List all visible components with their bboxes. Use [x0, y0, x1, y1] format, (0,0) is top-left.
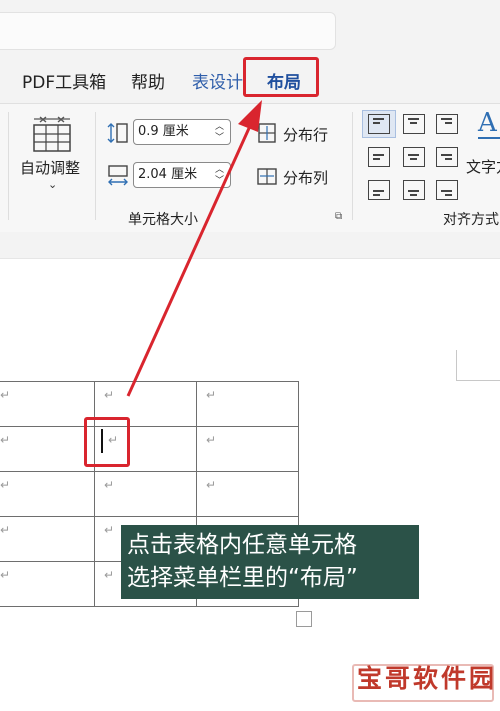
tab-table-design[interactable]: 表设计: [192, 70, 243, 96]
chevron-down-icon[interactable]: ⌄: [48, 178, 57, 191]
ribbon-divider: [95, 112, 96, 220]
align-bottom-center-icon[interactable]: [403, 180, 425, 200]
spin-down-icon[interactable]: ﹀: [215, 176, 224, 186]
spin-up-icon[interactable]: ︿: [215, 165, 224, 175]
table-cell[interactable]: ↵: [0, 561, 95, 607]
table-row: ↵ ↵ ↵: [0, 426, 299, 472]
table-cell[interactable]: ↵: [196, 381, 299, 427]
paragraph-mark: ↵: [206, 433, 217, 447]
margin-corner-mark: [456, 350, 500, 381]
paragraph-mark: ↵: [0, 388, 11, 402]
caption-line-1: 点击表格内任意单元格: [127, 532, 357, 558]
paragraph-mark: ↵: [206, 478, 217, 492]
text-direction-underline: [478, 137, 500, 139]
distribute-cols-icon[interactable]: [256, 165, 278, 187]
cell-highlight: [84, 417, 130, 467]
table-resize-handle[interactable]: [296, 611, 312, 627]
paragraph-mark: ↵: [0, 478, 11, 492]
distribute-cols-label[interactable]: 分布列: [283, 167, 328, 188]
row-height-icon: [106, 121, 130, 145]
table-row: ↵ ↵ ↵: [0, 471, 299, 517]
paragraph-mark: ↵: [104, 388, 115, 402]
align-bottom-right-icon[interactable]: [436, 180, 458, 200]
search-box[interactable]: [0, 12, 336, 50]
align-middle-left-icon[interactable]: [368, 147, 390, 167]
table-row: ↵ ↵ ↵: [0, 381, 299, 427]
table-cell[interactable]: ↵: [196, 471, 299, 517]
row-height-value: 0.9 厘米: [138, 124, 189, 139]
paragraph-mark: ↵: [0, 433, 11, 447]
tab-pdf-toolbox[interactable]: PDF工具箱: [22, 70, 106, 96]
column-width-value: 2.04 厘米: [138, 167, 198, 182]
column-width-input[interactable]: 2.04 厘米 ︿ ﹀: [133, 162, 231, 188]
paragraph-mark: ↵: [104, 478, 115, 492]
spin-up-icon[interactable]: ︿: [215, 122, 224, 132]
tab-help[interactable]: 帮助: [131, 70, 165, 96]
paragraph-mark: ↵: [0, 523, 11, 537]
dialog-launcher-icon[interactable]: ⧉: [335, 211, 342, 222]
distribute-rows-label[interactable]: 分布行: [283, 124, 328, 145]
tab-layout-highlight: [243, 57, 319, 97]
alignment-group-label: 对齐方式: [443, 212, 499, 228]
align-top-right-icon[interactable]: [436, 114, 458, 134]
align-middle-right-icon[interactable]: [436, 147, 458, 167]
table-cell[interactable]: ↵: [94, 471, 197, 517]
caption-line-2: 选择菜单栏里的“布局”: [127, 565, 358, 591]
table-cell[interactable]: ↵: [0, 471, 95, 517]
align-bottom-left-icon[interactable]: [368, 180, 390, 200]
align-top-left-icon[interactable]: [368, 114, 390, 134]
align-middle-center-icon[interactable]: [403, 147, 425, 167]
text-cursor: [101, 429, 103, 453]
distribute-rows-icon[interactable]: [256, 122, 278, 144]
autofit-label[interactable]: 自动调整: [20, 157, 80, 178]
table-cell[interactable]: ↵: [0, 381, 95, 427]
spin-down-icon[interactable]: ﹀: [215, 133, 224, 143]
autofit-icon[interactable]: [30, 114, 74, 154]
table-cell[interactable]: ↵: [0, 426, 95, 472]
watermark-logo: 宝哥软件园: [357, 664, 498, 693]
paragraph-mark: ↵: [0, 568, 11, 582]
column-width-icon: [106, 164, 130, 188]
align-top-center-icon[interactable]: [403, 114, 425, 134]
text-direction-label[interactable]: 文字方: [466, 156, 500, 177]
instruction-caption: 点击表格内任意单元格 选择菜单栏里的“布局”: [121, 525, 419, 599]
table-cell[interactable]: ↵: [0, 516, 95, 562]
ribbon-divider: [8, 112, 9, 220]
cell-size-group-label: 单元格大小: [128, 212, 198, 228]
text-direction-icon[interactable]: A: [478, 108, 497, 138]
row-height-input[interactable]: 0.9 厘米 ︿ ﹀: [133, 119, 231, 145]
paragraph-mark: ↵: [206, 388, 217, 402]
ribbon-divider: [352, 112, 353, 220]
table-cell[interactable]: ↵: [196, 426, 299, 472]
